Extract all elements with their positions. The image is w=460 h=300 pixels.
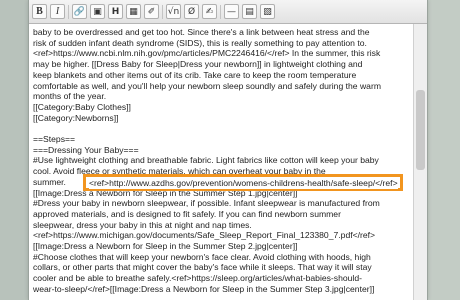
editor-line: <ref>https://www.michigan.gov/documents/… [33, 230, 376, 241]
image-button[interactable]: ▣ [90, 4, 105, 19]
editor-line: sleepwear, dress your baby in this at ni… [33, 219, 252, 230]
scrollbar[interactable] [413, 24, 427, 300]
wikitext-editor[interactable]: baby to be overdressed and get too hot. … [33, 27, 409, 300]
editor-line: approved materials, and is designed to f… [33, 208, 341, 219]
nowiki-button[interactable]: Ø [184, 4, 199, 19]
editor-line: baby to be overdressed and get too hot. … [33, 27, 370, 37]
toolbar-separator [162, 4, 163, 19]
editor-line: summer. [33, 176, 66, 187]
math-button[interactable]: √n [166, 4, 181, 19]
editor-line: comfortable as well, and you'll help you… [33, 80, 381, 91]
highlighted-reference-text: <ref>http://www.azdhs.gov/prevention/wom… [89, 178, 398, 189]
gallery-button[interactable]: ▤ [242, 4, 257, 19]
background-right [426, 0, 460, 300]
editor-line: #Use lightweight clothing and breathable… [33, 155, 379, 166]
editor-line: #Dress your baby in newborn sleepwear, i… [33, 198, 380, 209]
media-button[interactable]: ▧ [260, 4, 275, 19]
bold-button[interactable]: B [32, 4, 47, 19]
editor-line: may be higher. [[Dress Baby for Sleep|Dr… [33, 59, 363, 70]
editor-line: cooler and be able to breathe safely.<re… [33, 273, 362, 284]
editor-line: ==Steps== [33, 134, 76, 144]
editor-line: [[Image:Dress a Newborn for Sleep in the… [33, 241, 298, 251]
italic-button[interactable]: I [50, 4, 65, 19]
link-button[interactable]: 🔗 [72, 4, 87, 19]
editor-line: risk of sudden infant death syndrome (SI… [33, 37, 367, 48]
editor-toolbar: B I 🔗 ▣ H ▦ ✐ √n Ø ✍ — ▤ ▧ [29, 0, 427, 24]
editor-line: collars, or other parts that might cover… [33, 262, 372, 273]
heading-button[interactable]: H [108, 4, 123, 19]
editor-line: months of the year. [33, 91, 107, 102]
toolbar-separator [68, 4, 69, 19]
scrollbar-thumb[interactable] [416, 90, 425, 170]
editor-line: [[Category:Newborns]] [33, 112, 119, 123]
highlighted-reference-box: <ref>http://www.azdhs.gov/prevention/wom… [83, 174, 403, 191]
toolbar-separator [220, 4, 221, 19]
edit-window: B I 🔗 ▣ H ▦ ✐ √n Ø ✍ — ▤ ▧ baby to be overdressed an… [28, 0, 428, 300]
editor-line: [[Category:Baby Clothes]] [33, 101, 131, 112]
editor-line: ===Dressing Your Baby=== [33, 144, 139, 155]
template-button[interactable]: ✐ [144, 4, 159, 19]
signature-button[interactable]: ✍ [202, 4, 217, 19]
editor-line: #Choose clothes that will keep your newb… [33, 251, 371, 262]
editor-line: <ref>https://www.ncbi.nlm.nih.gov/pmc/ar… [33, 48, 381, 59]
table-button[interactable]: ▦ [126, 4, 141, 19]
editor-line: keep blankets and other items out of its… [33, 69, 357, 80]
background-left [0, 0, 30, 300]
editor-line: wear-to-sleep/</ref>[[Image:Dress a Newb… [33, 283, 375, 294]
rule-button[interactable]: — [224, 4, 239, 19]
